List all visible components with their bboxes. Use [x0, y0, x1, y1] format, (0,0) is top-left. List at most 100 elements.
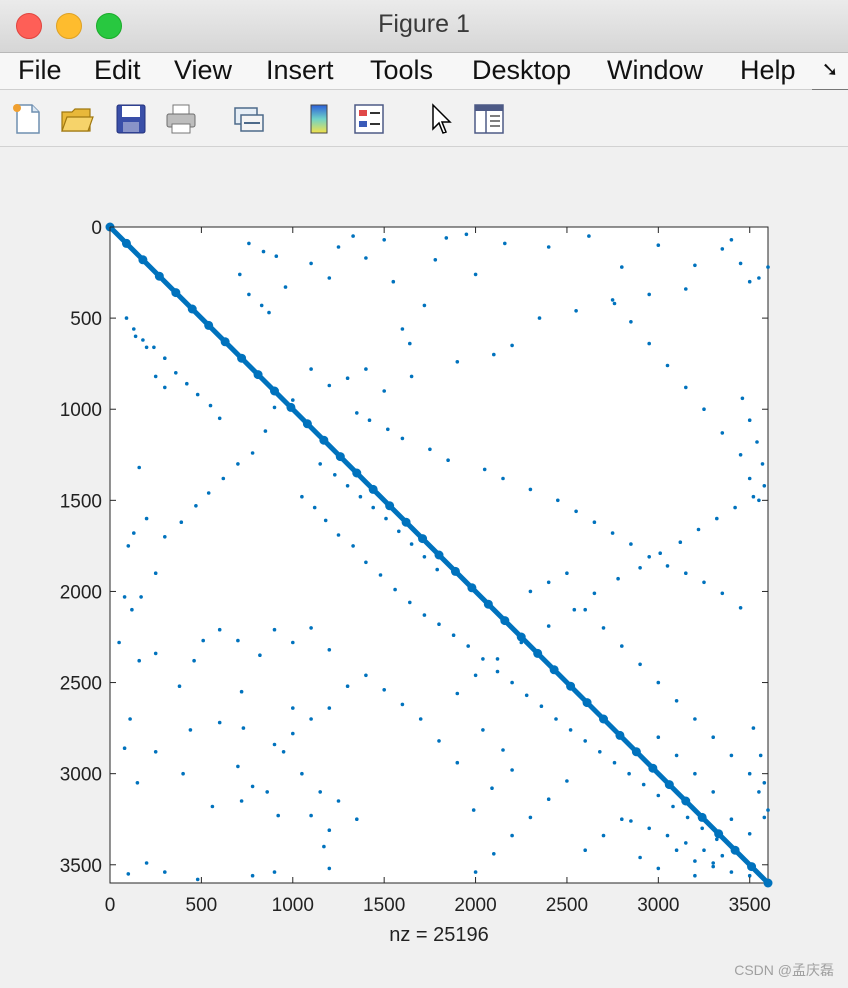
- title-bar: Figure 1: [0, 0, 848, 53]
- nonzero-point: [144, 516, 149, 521]
- diagonal-band-blob: [154, 271, 164, 281]
- nonzero-point: [656, 735, 661, 739]
- nonzero-point: [747, 476, 752, 481]
- nonzero-point: [711, 864, 715, 869]
- nonzero-point: [674, 848, 679, 852]
- nonzero-point: [391, 279, 396, 284]
- print-icon[interactable]: [164, 102, 198, 136]
- menu-insert[interactable]: Insert: [266, 55, 334, 86]
- nonzero-point: [422, 613, 427, 617]
- menu-window[interactable]: Window: [607, 55, 703, 86]
- nonzero-point: [638, 855, 642, 860]
- nonzero-point: [152, 345, 156, 350]
- nonzero-point: [751, 494, 756, 499]
- legend-icon[interactable]: [352, 102, 386, 136]
- nonzero-point: [386, 427, 390, 432]
- diagonal-band-blob: [450, 566, 460, 576]
- nonzero-point: [702, 407, 706, 412]
- diagonal-band-blob: [549, 665, 559, 675]
- colorbar-icon[interactable]: [302, 102, 336, 136]
- nonzero-point: [384, 516, 388, 521]
- y-tick-label: 2000: [60, 582, 102, 603]
- nonzero-point: [528, 589, 533, 594]
- menu-overflow-icon[interactable]: ➘: [812, 53, 848, 91]
- x-tick-label: 3000: [637, 895, 679, 916]
- nonzero-point: [501, 748, 505, 752]
- open-folder-icon[interactable]: [60, 102, 94, 136]
- diagonal-band-blob: [516, 632, 526, 642]
- diagonal-band-blob: [237, 353, 247, 363]
- diagonal-band-blob: [434, 550, 444, 560]
- nonzero-point: [117, 640, 121, 645]
- nonzero-point: [693, 873, 697, 878]
- nonzero-point: [400, 327, 405, 331]
- menu-view[interactable]: View: [174, 55, 232, 86]
- nonzero-point: [291, 398, 295, 402]
- diagonal-band-blob: [352, 468, 362, 478]
- save-icon[interactable]: [114, 102, 148, 136]
- nonzero-point: [195, 392, 200, 397]
- nonzero-point: [364, 256, 368, 260]
- nonzero-point: [747, 279, 752, 284]
- menu-file[interactable]: File: [18, 55, 62, 86]
- nonzero-point: [247, 241, 251, 246]
- nonzero-point: [327, 648, 332, 652]
- nonzero-point: [656, 793, 661, 798]
- nonzero-point: [239, 689, 244, 694]
- diagonal-band-blob: [763, 878, 773, 888]
- nonzero-point: [629, 819, 633, 823]
- nonzero-point: [239, 799, 244, 803]
- menu-tools[interactable]: Tools: [370, 55, 433, 86]
- nonzero-point: [137, 465, 141, 470]
- nonzero-point: [647, 292, 651, 297]
- diagonal-band-blob: [220, 337, 230, 347]
- nonzero-point: [729, 870, 734, 874]
- nonzero-point: [137, 658, 141, 663]
- nonzero-point: [238, 272, 242, 277]
- nonzero-point: [647, 555, 651, 559]
- menu-edit[interactable]: Edit: [94, 55, 141, 86]
- nonzero-point: [473, 673, 478, 678]
- diagonal-band-blob: [286, 402, 296, 412]
- y-tick-label: 1500: [60, 491, 102, 512]
- nonzero-point: [658, 551, 662, 555]
- new-file-icon[interactable]: [10, 102, 44, 136]
- nonzero-point: [312, 505, 317, 510]
- nonzero-point: [720, 853, 725, 858]
- x-tick-label: 0: [105, 895, 116, 916]
- nonzero-point: [729, 844, 734, 849]
- nonzero-point: [422, 555, 427, 559]
- property-editor-icon[interactable]: [472, 102, 506, 136]
- nonzero-point: [757, 276, 761, 280]
- nonzero-point: [327, 276, 332, 280]
- nonzero-point: [629, 320, 633, 324]
- nonzero-point: [409, 542, 414, 546]
- nonzero-point: [397, 529, 401, 534]
- toolbar: [0, 90, 848, 147]
- link-icon[interactable]: [232, 102, 266, 136]
- nonzero-point: [693, 859, 697, 863]
- nonzero-point: [554, 717, 558, 721]
- nonzero-point: [358, 494, 363, 499]
- nonzero-point: [446, 458, 450, 463]
- nonzero-point: [565, 571, 569, 575]
- nonzero-point: [291, 706, 295, 710]
- x-tick-label: 3500: [729, 895, 771, 916]
- diagonal-band-blob: [714, 829, 724, 839]
- menu-desktop[interactable]: Desktop: [472, 55, 571, 86]
- nonzero-point: [696, 527, 701, 532]
- pointer-icon[interactable]: [424, 102, 458, 136]
- nonzero-point: [192, 658, 196, 663]
- nonzero-point: [720, 591, 725, 596]
- nonzero-point: [510, 768, 514, 772]
- nonzero-point: [247, 292, 251, 297]
- nonzero-point: [510, 680, 514, 685]
- nonzero-point: [574, 309, 578, 313]
- nonzero-point: [702, 848, 706, 852]
- diagonal-band-blob: [582, 698, 592, 708]
- nonzero-point: [473, 870, 478, 874]
- menu-help[interactable]: Help: [740, 55, 796, 86]
- nonzero-point: [153, 750, 158, 754]
- nonzero-point: [153, 374, 158, 379]
- nonzero-point: [537, 316, 542, 320]
